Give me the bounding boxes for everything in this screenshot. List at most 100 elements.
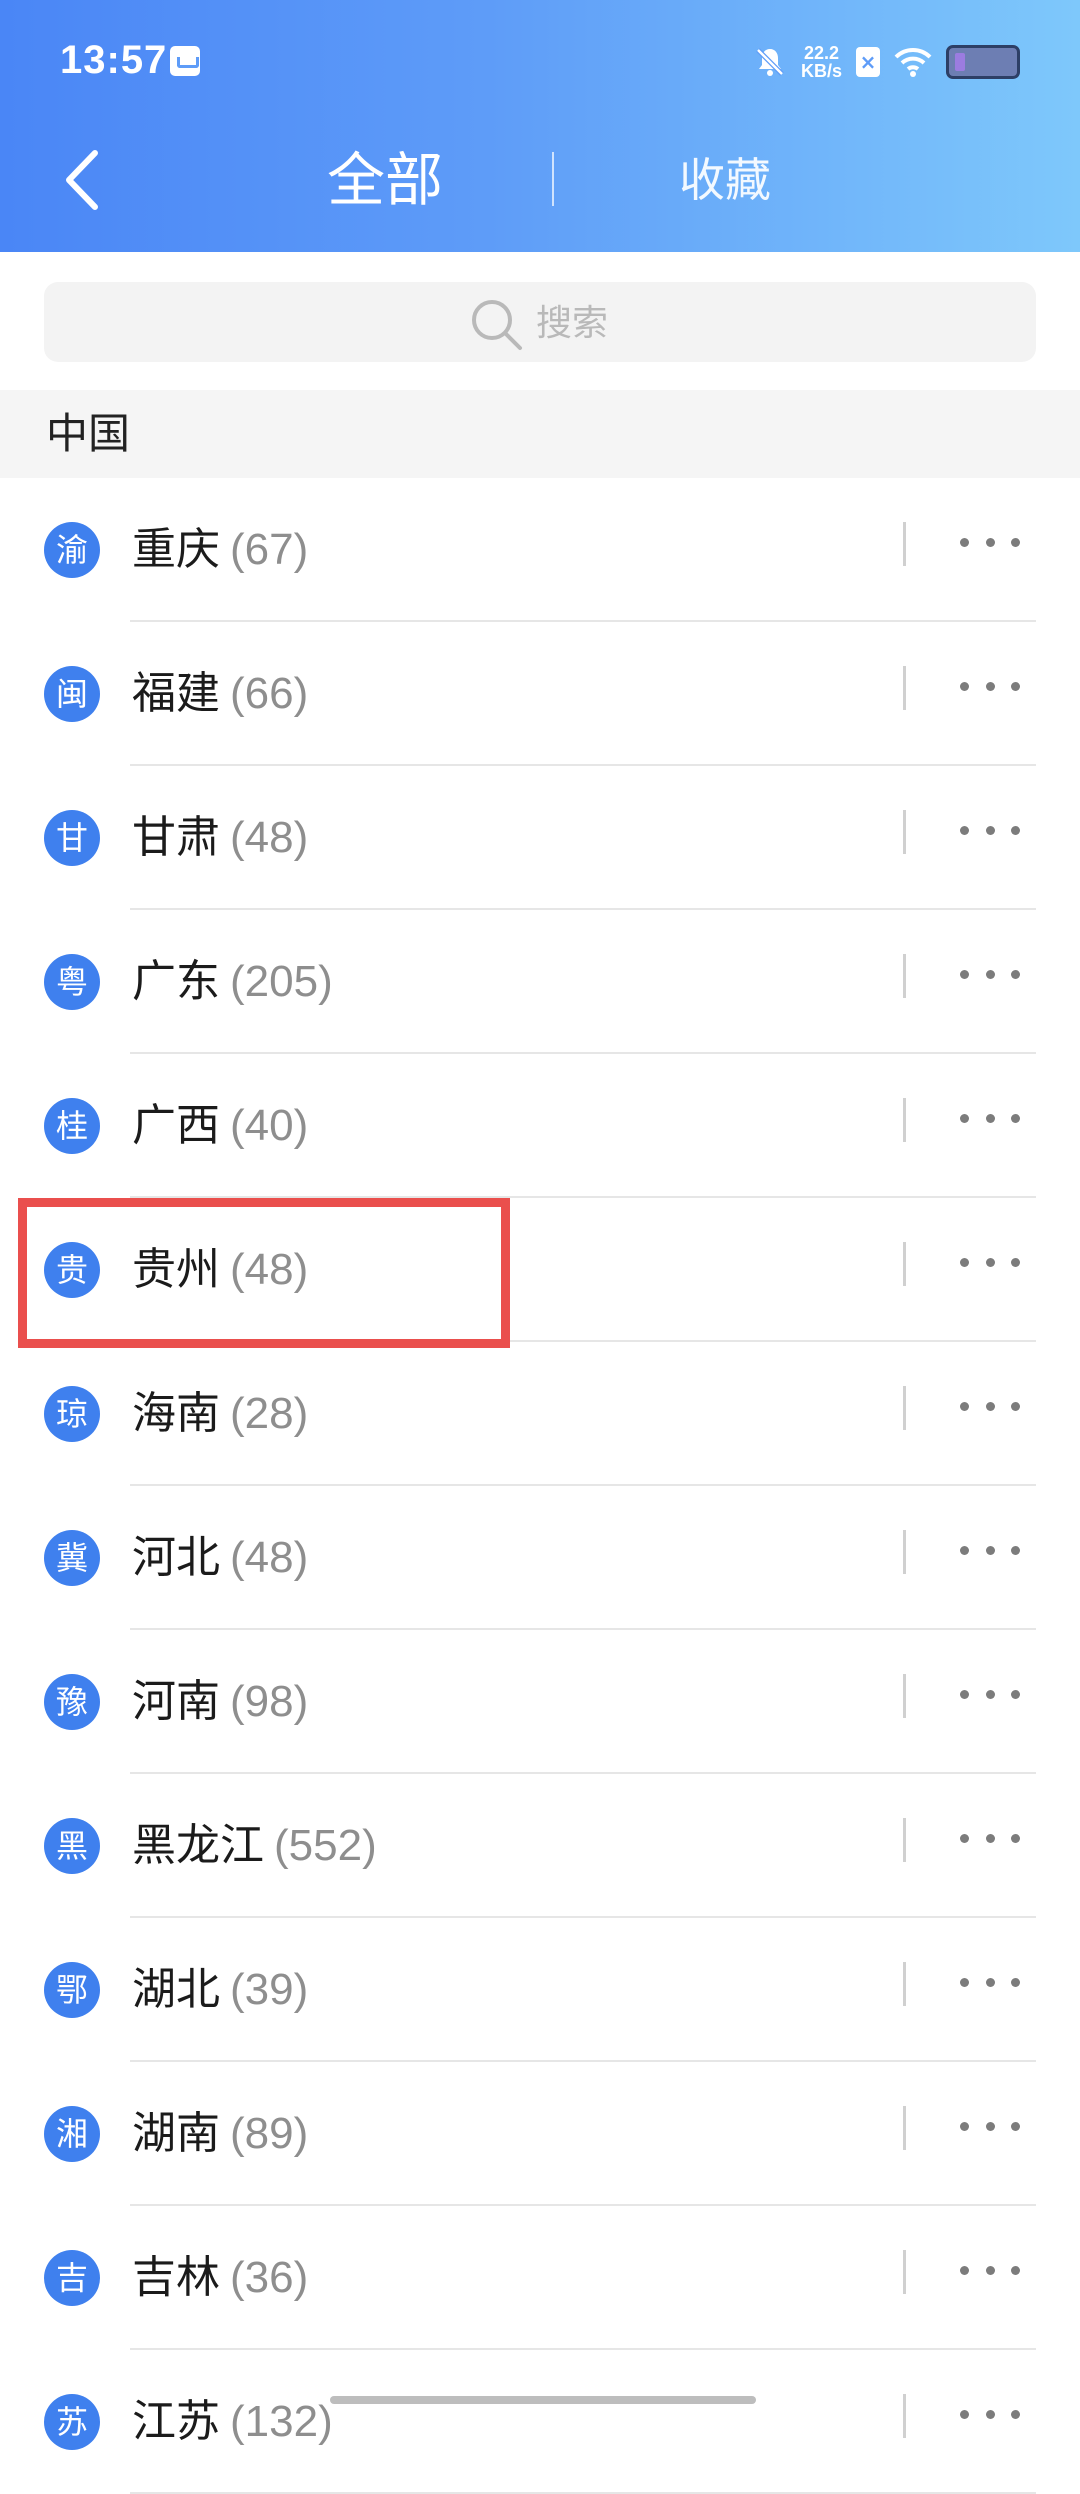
row-divider <box>903 1386 906 1430</box>
network-speed-value: 22.2 <box>803 43 840 63</box>
bell-off-icon <box>753 45 787 79</box>
province-name-text: 吉林 <box>132 2252 220 2303</box>
province-badge: 渝 <box>44 522 100 578</box>
province-name-text: 河北 <box>132 1532 220 1583</box>
more-options-icon[interactable] <box>960 1954 1020 2010</box>
list-item[interactable]: 桂广西 (40) <box>0 1054 1080 1198</box>
row-divider <box>903 1242 906 1286</box>
row-divider <box>903 1818 906 1862</box>
list-item[interactable]: 琼海南 (28) <box>0 1342 1080 1486</box>
province-list: 渝重庆 (67) 闽福建 (66) 甘甘肃 (48) 粤广东 (205) 桂广西 (40) 贵贵州(… <box>0 478 1080 2494</box>
more-options-icon[interactable] <box>960 658 1020 714</box>
province-name: 河南 (98) <box>132 1668 308 1736</box>
province-count: (552) <box>274 1821 377 1870</box>
list-item[interactable]: 渝重庆 (67) <box>0 478 1080 622</box>
search-input[interactable]: 搜索 <box>44 282 1036 362</box>
more-options-icon[interactable] <box>960 2386 1020 2442</box>
province-count: (36) <box>230 2253 309 2302</box>
more-options-icon[interactable] <box>960 1234 1020 1290</box>
province-badge: 桂 <box>44 1098 100 1154</box>
province-name: 海南 (28) <box>132 1380 308 1448</box>
tab-divider <box>552 152 554 206</box>
list-item[interactable]: 黑黑龙江 (552) <box>0 1774 1080 1918</box>
row-divider <box>903 522 906 566</box>
more-options-icon[interactable] <box>960 2242 1020 2298</box>
province-name-text: 广西 <box>132 1100 220 1151</box>
province-count: (48) <box>230 1533 309 1582</box>
province-name: 重庆 (67) <box>132 516 308 584</box>
province-name-text: 黑龙江 <box>132 1820 264 1871</box>
more-options-icon[interactable] <box>960 1522 1020 1578</box>
province-count: (66) <box>230 669 309 718</box>
province-count: (28) <box>230 1389 309 1438</box>
back-button[interactable] <box>55 145 115 215</box>
province-badge: 苏 <box>44 2394 100 2450</box>
list-item[interactable]: 吉吉林 (36) <box>0 2206 1080 2350</box>
province-name: 广东 (205) <box>132 948 333 1016</box>
list-item[interactable]: 豫河南 (98) <box>0 1630 1080 1774</box>
more-options-icon[interactable] <box>960 2098 1020 2154</box>
province-count: (205) <box>230 957 333 1006</box>
list-item[interactable]: 湘湖南 (89) <box>0 2062 1080 2206</box>
list-item[interactable]: 粤广东 (205) <box>0 910 1080 1054</box>
search-placeholder: 搜索 <box>536 303 609 344</box>
province-name-text: 甘肃 <box>132 812 220 863</box>
province-name-text: 重庆 <box>132 524 220 575</box>
row-divider <box>903 2394 906 2438</box>
list-item[interactable]: 冀河北 (48) <box>0 1486 1080 1630</box>
province-name-text: 海南 <box>132 1388 220 1439</box>
province-badge: 闽 <box>44 666 100 722</box>
list-item[interactable]: 苏江苏 (132) <box>0 2350 1080 2494</box>
tab-all[interactable]: 全部 <box>320 145 450 215</box>
row-divider <box>903 1098 906 1142</box>
more-options-icon[interactable] <box>960 1090 1020 1146</box>
list-item[interactable]: 甘甘肃 (48) <box>0 766 1080 910</box>
province-name: 河北 (48) <box>132 1524 308 1592</box>
province-name-text: 江苏 <box>132 2396 220 2447</box>
province-badge: 鄂 <box>44 1962 100 2018</box>
row-divider <box>903 810 906 854</box>
search-icon <box>472 300 522 350</box>
province-name: 广西 (40) <box>132 1092 308 1160</box>
province-count: (48) <box>230 813 309 862</box>
row-divider <box>903 954 906 998</box>
province-badge: 甘 <box>44 810 100 866</box>
row-divider <box>903 2250 906 2294</box>
province-name: 福建 (66) <box>132 660 308 728</box>
list-item[interactable]: 闽福建 (66) <box>0 622 1080 766</box>
row-divider <box>903 666 906 710</box>
battery-icon <box>946 45 1020 79</box>
province-count: (40) <box>230 1101 309 1150</box>
province-count: (89) <box>230 2109 309 2158</box>
more-options-icon[interactable] <box>960 802 1020 858</box>
list-item[interactable]: 鄂湖北 (39) <box>0 1918 1080 2062</box>
more-options-icon[interactable] <box>960 1378 1020 1434</box>
tab-favorites[interactable]: 收藏 <box>660 150 790 210</box>
status-icons: 22.2 KB/s × <box>753 40 1020 84</box>
more-options-icon[interactable] <box>960 1810 1020 1866</box>
province-count: (98) <box>230 1677 309 1726</box>
more-options-icon[interactable] <box>960 1666 1020 1722</box>
province-badge: 湘 <box>44 2106 100 2162</box>
province-name: 吉林 (36) <box>132 2244 308 2312</box>
row-divider <box>903 1674 906 1718</box>
province-name-text: 广东 <box>132 956 220 1007</box>
section-title: 中国 <box>46 409 131 458</box>
chevron-left-icon <box>66 150 98 210</box>
section-header: 中国 <box>0 390 1080 478</box>
more-options-icon[interactable] <box>960 514 1020 570</box>
calendar-icon <box>170 46 200 76</box>
home-indicator <box>330 2396 756 2404</box>
province-name: 黑龙江 (552) <box>132 1812 377 1880</box>
wifi-icon <box>894 47 932 77</box>
search-area: 搜索 <box>0 252 1080 390</box>
province-badge: 豫 <box>44 1674 100 1730</box>
app-header: 13:57 22.2 KB/s × 全部 收藏 <box>0 0 1080 252</box>
province-name-text: 福建 <box>132 668 220 719</box>
province-name: 湖北 (39) <box>132 1956 308 2024</box>
network-speed: 22.2 KB/s <box>801 44 842 80</box>
province-name-text: 河南 <box>132 1676 220 1727</box>
status-time: 13:57 <box>60 38 168 82</box>
more-options-icon[interactable] <box>960 946 1020 1002</box>
province-count: (39) <box>230 1965 309 2014</box>
